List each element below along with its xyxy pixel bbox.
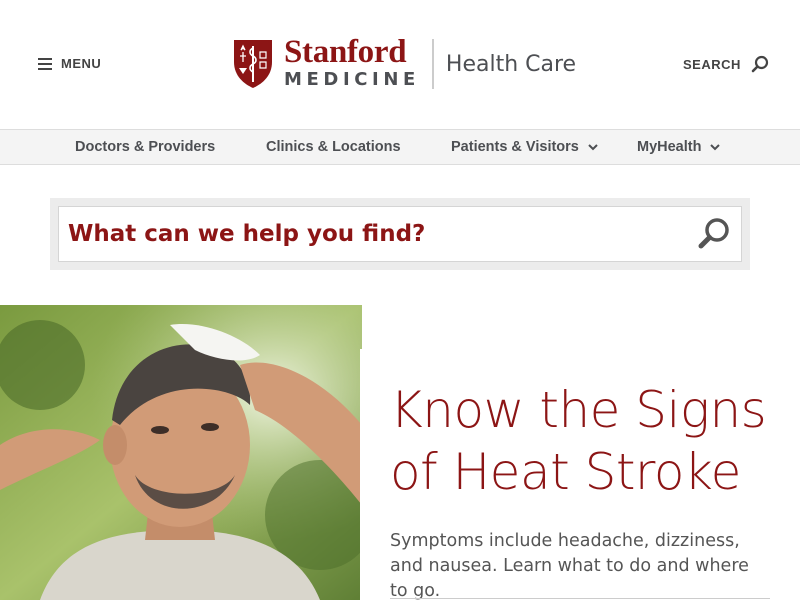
nav-item-patients-visitors[interactable]: Patients & Visitors xyxy=(451,130,599,164)
site-header: MENU Stanford MEDICINE Health Care SEARC… xyxy=(0,0,800,130)
hero-photo xyxy=(0,305,362,600)
chevron-down-icon xyxy=(588,144,598,151)
stanford-health-care-logo[interactable]: Stanford MEDICINE Health Care xyxy=(232,34,577,90)
hero-title[interactable]: Know the Signs of Heat Stroke xyxy=(390,379,790,503)
chevron-down-icon xyxy=(710,144,721,151)
search-icon[interactable] xyxy=(696,216,732,252)
nav-item-label: MyHealth xyxy=(637,139,702,155)
nav-item-doctors-providers[interactable]: Doctors & Providers xyxy=(75,130,215,164)
logo-divider xyxy=(431,39,434,89)
menu-button[interactable]: MENU xyxy=(38,56,101,71)
search-label: SEARCH xyxy=(683,56,741,72)
logo-stanford-text: Stanford xyxy=(284,34,407,70)
main-nav: Doctors & Providers Clinics & Locations … xyxy=(0,129,800,165)
logo-health-care-text: Health Care xyxy=(445,51,577,77)
hamburger-icon xyxy=(38,57,52,70)
nav-item-myhealth[interactable]: MyHealth xyxy=(637,130,721,164)
nav-item-label: Patients & Visitors xyxy=(451,139,579,155)
site-search-panel xyxy=(50,198,750,270)
site-search-box xyxy=(58,206,742,262)
hero-description: Symptoms include headache, dizziness, an… xyxy=(390,531,749,600)
stanford-shield-logo xyxy=(234,40,272,88)
menu-label: MENU xyxy=(61,56,102,71)
header-search-button[interactable]: SEARCH xyxy=(683,55,769,73)
hero-promo-card[interactable]: Know the Signs of Heat Stroke Symptoms i… xyxy=(360,349,800,600)
nav-item-clinics-locations[interactable]: Clinics & Locations xyxy=(266,130,401,164)
hero-image-man-wiping-forehead xyxy=(0,305,362,600)
search-icon xyxy=(751,55,769,73)
site-search-input[interactable] xyxy=(68,207,668,261)
nav-item-label: Clinics & Locations xyxy=(266,139,401,155)
divider xyxy=(390,598,770,599)
nav-item-label: Doctors & Providers xyxy=(75,139,216,155)
logo-medicine-text: MEDICINE xyxy=(284,69,420,90)
